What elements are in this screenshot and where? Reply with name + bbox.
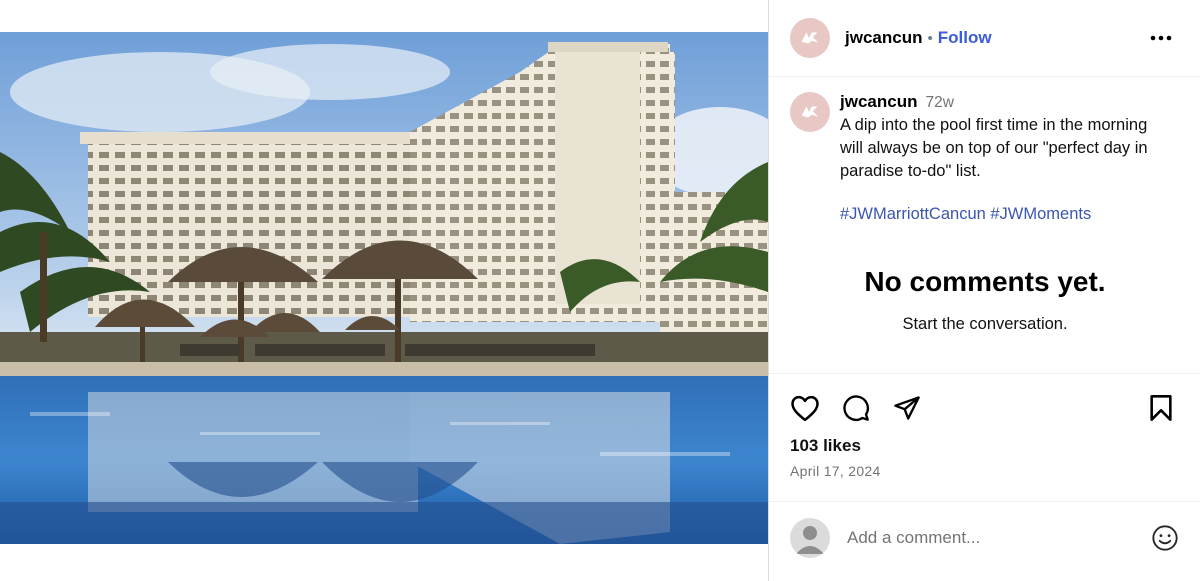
separator-dot: • <box>927 29 933 47</box>
caption-text: A dip into the pool first time in the mo… <box>840 116 1148 180</box>
follow-button[interactable]: Follow <box>938 28 992 48</box>
post-side-panel: jwcancun • Follow jwcancun 72w A dip int… <box>768 0 1200 581</box>
author-avatar[interactable] <box>790 18 830 58</box>
caption-body: jwcancun 72w A dip into the pool first t… <box>840 90 1180 226</box>
caption-username[interactable]: jwcancun <box>840 90 917 113</box>
current-user-avatar <box>790 518 830 558</box>
bookmark-icon[interactable] <box>1145 392 1177 424</box>
post-header: jwcancun • Follow <box>769 0 1200 77</box>
resort-pool-image <box>0 32 768 544</box>
like-count[interactable]: 103 likes <box>790 436 861 456</box>
heart-icon[interactable] <box>789 392 821 424</box>
marriott-logo-icon <box>801 32 819 44</box>
comment-input[interactable] <box>847 526 1127 550</box>
no-comments-subtitle: Start the conversation. <box>902 315 1068 333</box>
post-media-pane <box>0 0 768 581</box>
caption-header: jwcancun 72w <box>840 90 1180 114</box>
caption-hashtags[interactable]: #JWMarriottCancun #JWMoments <box>840 203 1180 226</box>
more-options-icon[interactable] <box>1149 26 1173 50</box>
post-photo[interactable] <box>0 32 768 544</box>
post-actions: 103 likes April 17, 2024 <box>769 373 1200 521</box>
marriott-logo-icon <box>801 106 819 118</box>
caption-time[interactable]: 72w <box>925 91 953 114</box>
comment-composer <box>769 501 1200 581</box>
author-username[interactable]: jwcancun <box>845 28 922 48</box>
post-caption: jwcancun 72w A dip into the pool first t… <box>790 90 1180 226</box>
share-icon[interactable] <box>891 392 923 424</box>
caption-author-avatar[interactable] <box>790 92 830 132</box>
emoji-icon[interactable] <box>1149 522 1181 554</box>
no-comments-title: No comments yet. <box>864 266 1106 297</box>
post-date[interactable]: April 17, 2024 <box>790 463 881 479</box>
comment-icon[interactable] <box>840 392 872 424</box>
